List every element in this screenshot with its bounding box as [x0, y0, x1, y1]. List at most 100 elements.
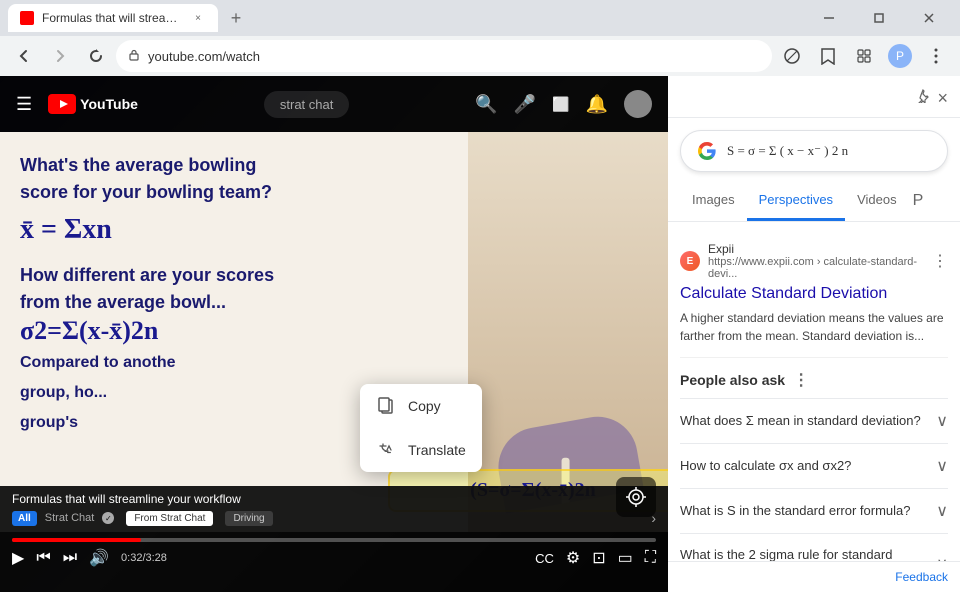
new-tab-button[interactable]: +	[222, 4, 250, 32]
user-avatar[interactable]	[624, 90, 652, 118]
window-minimize-button[interactable]	[806, 4, 852, 32]
result-favicon: E	[680, 251, 700, 271]
result-header: E Expii https://www.expii.com › calculat…	[680, 242, 948, 280]
extensions-button[interactable]	[848, 40, 880, 72]
search-formula-text: S = σ = Σ ( x − x⁻ ) 2 n	[727, 143, 848, 159]
context-menu: Copy Translate	[360, 384, 482, 472]
video-content: What's the average bowling score for you…	[0, 132, 668, 532]
youtube-header: ☰ YouTube strat chat 🔍 🎤 ⬜ 🔔	[0, 76, 668, 132]
google-logo	[697, 141, 717, 161]
youtube-logo-icon	[48, 94, 76, 114]
translate-menu-item[interactable]: Translate	[360, 428, 482, 472]
notifications-icon[interactable]: 🔔	[586, 94, 608, 115]
wb-text-2: score for your bowling team?	[20, 179, 448, 206]
active-tab[interactable]: Formulas that will streamline ×	[8, 4, 218, 32]
search-box[interactable]: S = σ = Σ ( x − x⁻ ) 2 n	[680, 130, 948, 172]
channel-name: Strat Chat	[45, 512, 95, 524]
feedback-text[interactable]: Feedback	[895, 570, 948, 584]
fullscreen-button[interactable]: ⛶	[645, 549, 656, 567]
nav-actions: P	[776, 40, 952, 72]
tab-bar: Formulas that will streamline × +	[0, 0, 960, 36]
paa-chevron-1: ∨	[936, 456, 948, 476]
window-restore-button[interactable]	[856, 4, 902, 32]
pin-button[interactable]	[915, 89, 929, 108]
tab-perspectives[interactable]: Perspectives	[747, 184, 845, 221]
wb-formula-1: x̄ = Σxn	[20, 214, 448, 246]
theater-button[interactable]: ▭	[618, 548, 633, 568]
paa-question-1: How to calculate σx and σx2?	[680, 457, 936, 475]
tab-images[interactable]: Images	[680, 184, 747, 221]
progress-bar[interactable]	[12, 538, 656, 542]
result-title[interactable]: Calculate Standard Deviation	[680, 284, 948, 305]
video-bottom-info: Formulas that will streamline your workf…	[0, 486, 668, 532]
wb-text-1: What's the average bowling	[20, 152, 448, 179]
window-close-button[interactable]	[906, 4, 952, 32]
feedback-bar[interactable]: Feedback	[668, 561, 960, 592]
more-button[interactable]	[920, 40, 952, 72]
tab-more[interactable]: P	[909, 184, 928, 221]
time-display: 0:32/3:28	[121, 552, 167, 564]
result-snippet: A higher standard deviation means the va…	[680, 309, 948, 345]
paa-item-0[interactable]: What does Σ mean in standard deviation? …	[680, 398, 948, 443]
profile-button[interactable]: P	[884, 40, 916, 72]
translate-icon	[376, 440, 396, 460]
bookmark-button[interactable]	[812, 40, 844, 72]
settings-button[interactable]: ⚙	[566, 548, 580, 568]
youtube-logo[interactable]: YouTube	[48, 94, 138, 114]
youtube-logo-text: YouTube	[80, 96, 138, 112]
youtube-panel: ☰ YouTube strat chat 🔍 🎤 ⬜ 🔔	[0, 76, 668, 592]
paa-item-3[interactable]: What is the 2 sigma rule for standard de…	[680, 533, 948, 561]
paa-question-3: What is the 2 sigma rule for standard de…	[680, 546, 936, 561]
back-button[interactable]	[8, 40, 40, 72]
hamburger-menu-button[interactable]: ☰	[16, 94, 32, 115]
paa-item-1[interactable]: How to calculate σx and σx2? ∨	[680, 443, 948, 488]
miniplayer-button[interactable]: ⊡	[592, 548, 605, 568]
paa-item-2[interactable]: What is S in the standard error formula?…	[680, 488, 948, 533]
result-site-name: Expii	[708, 242, 924, 256]
scan-button[interactable]	[616, 477, 656, 517]
skip-back-button[interactable]: ⏮	[36, 549, 50, 567]
result-card: E Expii https://www.expii.com › calculat…	[680, 230, 948, 358]
lens-button[interactable]	[776, 40, 808, 72]
tab-videos[interactable]: Videos	[845, 184, 909, 221]
mic-icon[interactable]: 🎤	[514, 94, 536, 115]
paa-more-button[interactable]: ⋮	[793, 370, 809, 390]
subtitles-button[interactable]: CC	[535, 551, 554, 566]
search-icon[interactable]: 🔍	[475, 94, 497, 115]
play-button[interactable]: ▶	[12, 548, 24, 568]
wb-formula-2: σ2=Σ(x-x̄)2n	[20, 316, 448, 346]
copy-label: Copy	[408, 398, 441, 414]
search-area: strat chat	[154, 91, 459, 118]
search-panel: × S = σ = Σ ( x − x⁻ ) 2 n Images Perspe…	[668, 76, 960, 592]
tab-title: Formulas that will streamline	[42, 11, 182, 25]
search-panel-header: ×	[668, 76, 960, 118]
result-more-button[interactable]: ⋮	[932, 251, 948, 271]
verified-icon: ✓	[102, 512, 114, 524]
hand-area: (S=σ=Σ(x-x̄)2n	[468, 132, 668, 532]
video-controls: ▶ ⏮ ⏭ 🔊 0:32/3:28 CC ⚙ ⊡ ▭ ⛶	[0, 532, 668, 592]
all-badge: All	[12, 511, 37, 526]
paa-question-2: What is S in the standard error formula?	[680, 502, 936, 520]
wb-text-4: from the average bowl...	[20, 289, 448, 316]
volume-button[interactable]: 🔊	[89, 548, 109, 568]
main-content: ☰ YouTube strat chat 🔍 🎤 ⬜ 🔔	[0, 76, 960, 592]
paa-question-0: What does Σ mean in standard deviation?	[680, 412, 936, 430]
copy-menu-item[interactable]: Copy	[360, 384, 482, 428]
search-label: strat chat	[264, 91, 349, 118]
people-also-ask-section: People also ask ⋮ What does Σ mean in st…	[680, 362, 948, 561]
profile-avatar: P	[888, 44, 912, 68]
forward-button[interactable]	[44, 40, 76, 72]
browser-chrome: Formulas that will streamline × +	[0, 0, 960, 76]
nav-bar: youtube.com/watch P	[0, 36, 960, 76]
paa-chevron-0: ∨	[936, 411, 948, 431]
wb-text-5: Compared to anothe	[20, 354, 448, 372]
tab-close-button[interactable]: ×	[190, 10, 206, 26]
cast-icon[interactable]: ⬜	[552, 96, 569, 113]
reload-button[interactable]	[80, 40, 112, 72]
panel-close-button[interactable]: ×	[937, 88, 948, 109]
address-secure-icon	[128, 49, 140, 64]
video-title-text: Formulas that will streamline your workf…	[12, 492, 656, 506]
skip-forward-button[interactable]: ⏭	[63, 549, 77, 567]
address-bar[interactable]: youtube.com/watch	[116, 40, 772, 72]
video-channel: All Strat Chat ✓ From Strat Chat Driving…	[12, 510, 656, 526]
